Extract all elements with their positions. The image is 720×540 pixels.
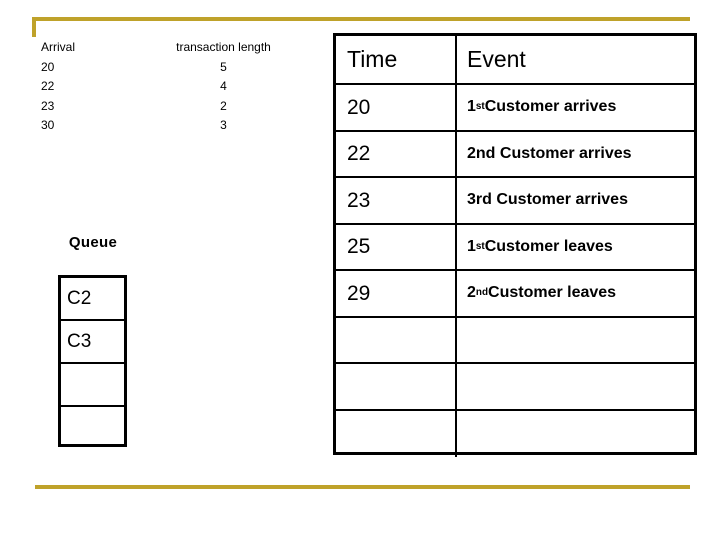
event-description-cell: 2nd Customer arrives bbox=[467, 144, 632, 162]
event-table-header-row: Time Event bbox=[336, 36, 694, 85]
event-description-cell: 2nd Customer leaves bbox=[467, 284, 617, 302]
event-description-cell: 1st Customer leaves bbox=[467, 237, 613, 255]
event-table-row: 29 2nd Customer leaves bbox=[336, 271, 694, 318]
arrival-header-transaction-length: transaction length bbox=[176, 40, 271, 54]
queue-cell: C3 bbox=[61, 321, 124, 364]
event-table-row bbox=[336, 364, 694, 411]
arrival-value: 22 bbox=[41, 79, 55, 93]
arrival-value: 20 bbox=[41, 59, 55, 74]
event-time-cell: 29 bbox=[336, 271, 457, 316]
event-time-cell: 23 bbox=[336, 178, 457, 223]
top-accent-rule-stub bbox=[32, 17, 36, 37]
event-description-cell bbox=[457, 318, 694, 363]
event-time-cell: 25 bbox=[336, 224, 457, 269]
event-description-cell bbox=[457, 411, 694, 458]
arrival-value: 30 bbox=[41, 118, 55, 132]
event-time-cell: 22 bbox=[336, 131, 457, 176]
arrival-header-arrival: Arrival bbox=[41, 40, 76, 54]
arrival-table-row: 22 4 bbox=[41, 77, 306, 97]
event-table-row: 22 2nd Customer arrives bbox=[336, 131, 694, 178]
event-description-cell: 3rd Customer arrives bbox=[467, 191, 628, 209]
queue-cell bbox=[61, 407, 124, 451]
queue-box: C2 C3 bbox=[58, 275, 127, 447]
bottom-accent-rule bbox=[35, 485, 690, 489]
event-description-cell bbox=[457, 364, 694, 409]
transaction-length-value: 4 bbox=[220, 79, 227, 93]
event-table-header-event: Event bbox=[467, 46, 526, 72]
arrival-table-header: Arrival transaction length bbox=[41, 38, 306, 58]
event-table-row bbox=[336, 317, 694, 364]
transaction-length-value: 2 bbox=[220, 98, 227, 113]
event-time-cell bbox=[336, 317, 457, 362]
arrival-value: 23 bbox=[41, 98, 55, 113]
transaction-length-value: 5 bbox=[220, 59, 227, 74]
transaction-length-value: 3 bbox=[220, 118, 227, 132]
top-accent-rule bbox=[32, 17, 690, 21]
event-description-cell: 1st Customer arrives bbox=[467, 98, 617, 116]
event-table-row: 23 3rd Customer arrives bbox=[336, 178, 694, 225]
arrival-table-row: 23 2 bbox=[41, 97, 306, 117]
event-time-cell bbox=[336, 364, 457, 409]
queue-label: Queue bbox=[68, 234, 118, 251]
slide-canvas: Arrival transaction length 20 5 22 4 23 … bbox=[0, 0, 720, 540]
event-table-row: 20 1st Customer arrives bbox=[336, 85, 694, 132]
arrival-table-row: 30 3 bbox=[41, 116, 306, 136]
event-time-cell bbox=[336, 410, 457, 457]
queue-cell: C2 bbox=[61, 278, 124, 321]
event-table-row: 25 1st Customer leaves bbox=[336, 224, 694, 271]
queue-cell bbox=[61, 364, 124, 407]
event-table: Time Event 20 1st Customer arrives 22 2n… bbox=[333, 33, 697, 458]
event-time-cell: 20 bbox=[336, 85, 457, 130]
arrival-table: Arrival transaction length 20 5 22 4 23 … bbox=[41, 38, 306, 136]
event-table-row bbox=[336, 410, 694, 458]
event-table-header-time: Time bbox=[336, 36, 457, 83]
arrival-table-row: 20 5 bbox=[41, 58, 306, 78]
